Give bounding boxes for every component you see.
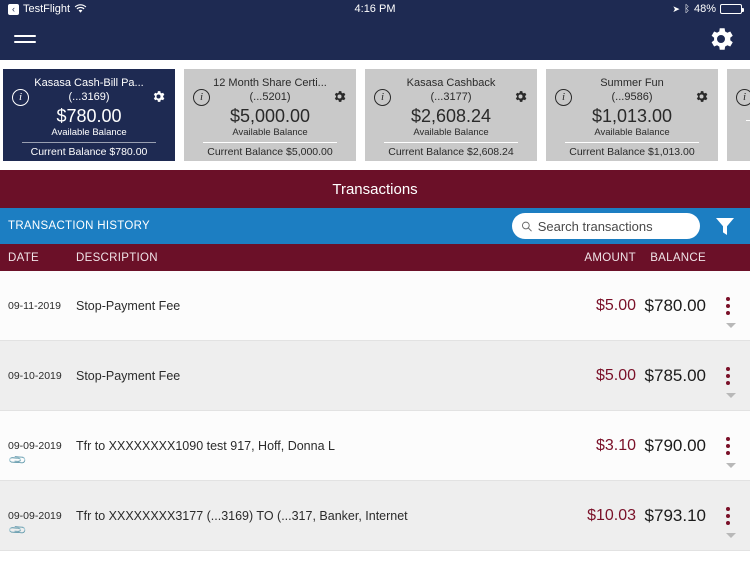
transaction-date: 09-11-2019 [8,299,61,312]
chevron-down-icon[interactable] [726,393,736,398]
account-available-balance: $780.00 [56,106,122,126]
search-icon [521,221,532,232]
account-available-label: Available Balance [413,127,489,138]
account-available-balance: $2,608.24 [410,106,492,126]
account-card[interactable]: i 12 Month Share Certi... (...5201) $5,0… [184,69,356,161]
account-available-label: Available Balance [232,127,308,138]
ios-status-bar: ‹ TestFlight 4:16 PM ➤ ᛒ 48% [0,0,750,18]
transaction-balance: $780.00 [644,295,706,315]
account-name: Summer Fun [600,77,664,89]
divider [202,142,338,143]
table-row[interactable]: 09-09-2019 Tfr to XXXXXXXX1090 test 917,… [0,411,750,481]
gear-icon[interactable] [694,89,709,104]
filter-funnel-icon[interactable] [712,214,738,238]
chevron-down-icon[interactable] [726,533,736,538]
gear-icon[interactable] [706,24,736,54]
info-icon[interactable]: i [12,89,29,106]
transaction-description: Tfr to XXXXXXXX1090 test 917, Hoff, Donn… [76,438,335,453]
account-number: (...9586) [611,91,653,103]
transaction-amount: $5.00 [595,296,636,314]
account-current-balance: Current Balance $780.00 [30,146,148,158]
row-overflow-menu-icon[interactable] [714,436,742,455]
account-current-balance: Current Balance $1,013.00 [569,146,695,158]
attachment-paperclip-icon[interactable]: 📎 [7,520,27,540]
attachment-paperclip-icon[interactable]: 📎 [7,450,27,470]
account-number: (...3177) [430,91,472,103]
transaction-history-toolbar: TRANSACTION HISTORY [0,208,750,244]
chevron-down-icon[interactable] [726,463,736,468]
account-available-balance: $5,000.00 [229,106,311,126]
hamburger-menu-icon[interactable] [14,31,36,47]
transaction-history-label: TRANSACTION HISTORY [8,220,151,232]
transaction-balance: $785.00 [644,365,706,385]
column-header-date: DATE [8,251,40,264]
divider [21,142,157,143]
row-overflow-menu-icon[interactable] [714,506,742,525]
table-row[interactable]: 09-09-2019 Tfr to XXXXXXXX3177 (...3169)… [0,481,750,551]
chevron-down-icon[interactable] [726,323,736,328]
account-current-balance: Current Balance $5,000.00 [207,146,333,158]
app-navigation-bar [0,18,750,60]
gear-icon[interactable] [332,89,347,104]
transaction-balance: $790.00 [644,435,706,455]
account-available-label: Available Balance [594,127,670,138]
gear-icon[interactable] [513,89,528,104]
account-current-balance: Current Balance $2,608.24 [388,146,514,158]
account-card[interactable]: i Kasasa Cashback (...3177) $2,608.24 Av… [365,69,537,161]
account-available-label: Available Balance [51,127,127,138]
column-header-description: DESCRIPTION [76,251,158,264]
transaction-amount: $5.00 [595,366,636,384]
row-overflow-menu-icon[interactable] [714,296,742,315]
info-icon[interactable]: i [555,89,572,106]
transaction-balance: $793.10 [644,505,706,525]
account-card[interactable]: i Summer Fun (...9586) $1,013.00 Availab… [546,69,718,161]
table-row-partial[interactable] [0,551,750,561]
transaction-description: Stop-Payment Fee [76,298,181,313]
transactions-table-header: DATE DESCRIPTION AMOUNT BALANCE [0,244,750,271]
transaction-amount: $10.03 [587,506,636,524]
status-bar-time: 4:16 PM [354,3,396,15]
table-row[interactable]: 09-11-2019 Stop-Payment Fee $5.00 $780.0… [0,271,750,341]
transaction-description: Tfr to XXXXXXXX3177 (...3169) TO (...317… [76,508,408,523]
divider [745,120,750,121]
table-row[interactable]: 09-10-2019 Stop-Payment Fee $5.00 $785.0… [0,341,750,411]
transaction-date: 09-10-2019 [8,369,62,382]
accounts-carousel[interactable]: i Kasasa Cash-Bill Pa... (...3169) $780.… [0,60,750,170]
account-card-partial[interactable]: i [727,69,750,161]
battery-icon [720,4,744,14]
account-name: Kasasa Cashback [406,77,496,89]
account-card[interactable]: i Kasasa Cash-Bill Pa... (...3169) $780.… [3,69,175,161]
transaction-description: Stop-Payment Fee [76,368,181,383]
account-name: 12 Month Share Certi... [213,77,327,89]
account-number: (...3169) [68,91,110,103]
info-icon[interactable]: i [736,89,750,106]
column-header-balance: BALANCE [650,251,706,264]
divider [564,142,700,143]
account-available-balance: $1,013.00 [591,106,673,126]
info-icon[interactable]: i [193,89,210,106]
search-input[interactable] [537,218,691,234]
column-header-amount: AMOUNT [584,251,636,264]
info-icon[interactable]: i [374,89,391,106]
account-name: Kasasa Cash-Bill Pa... [34,77,144,89]
transactions-list: 09-11-2019 Stop-Payment Fee $5.00 $780.0… [0,271,750,561]
row-overflow-menu-icon[interactable] [714,366,742,385]
page-title: Transactions [0,170,750,208]
search-box[interactable] [512,213,700,239]
account-number: (...5201) [249,91,291,103]
transaction-amount: $3.10 [595,436,636,454]
divider [383,142,519,143]
gear-icon[interactable] [151,89,166,104]
